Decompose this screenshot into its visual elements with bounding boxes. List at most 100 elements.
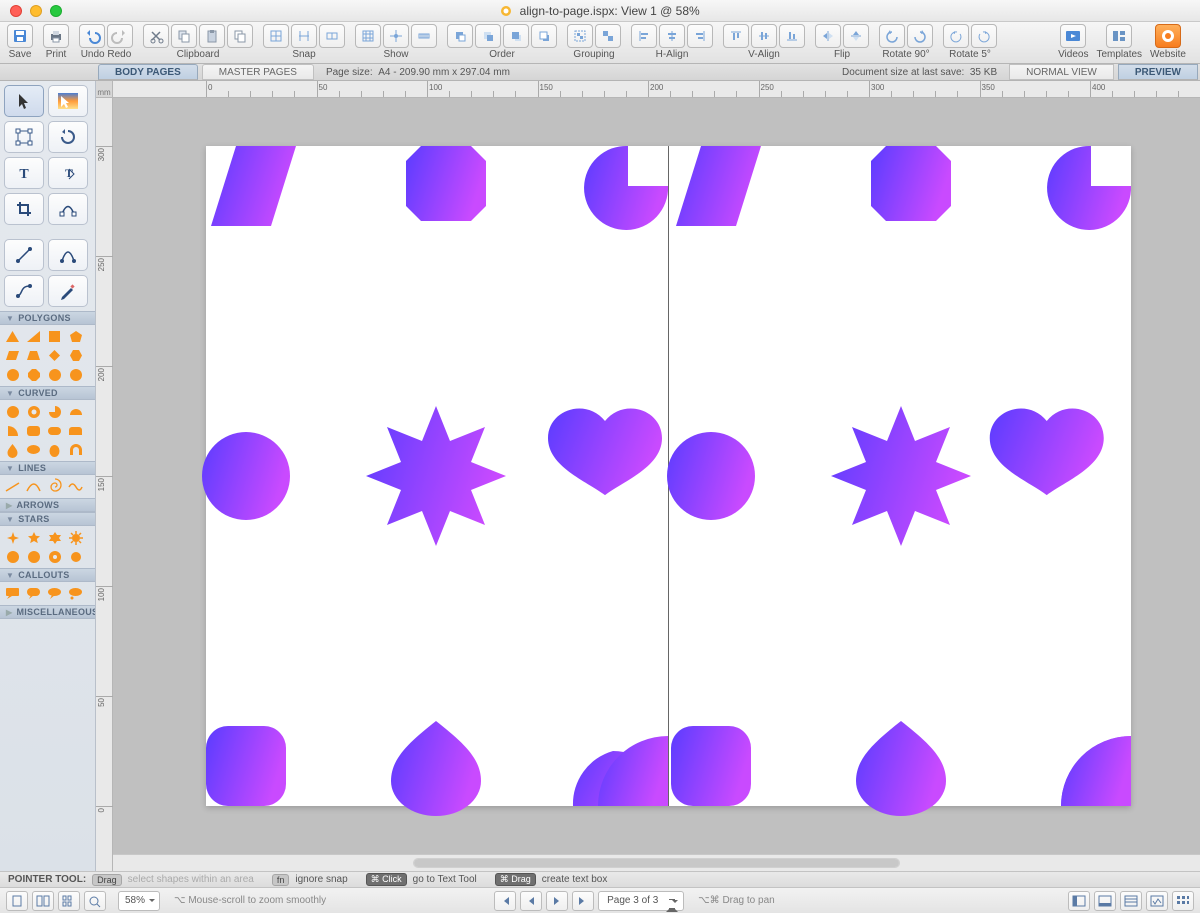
view-multi-button[interactable] [58,891,80,911]
send-back-button[interactable] [531,24,557,48]
rotate-ccw90-button[interactable] [879,24,905,48]
shape-line-icon[interactable] [4,479,21,494]
show-rulers-button[interactable] [411,24,437,48]
group-button[interactable] [567,24,593,48]
shape-tab-icon[interactable] [67,423,84,438]
shape-triangle-icon[interactable] [4,329,21,344]
shape-gear-icon[interactable] [46,549,63,564]
snap-grid-button[interactable] [263,24,289,48]
undo-button[interactable] [79,24,105,48]
panel-1-button[interactable] [1068,891,1090,911]
canvas-viewport[interactable] [113,98,1200,854]
ungroup-button[interactable] [595,24,621,48]
shape-octagon-icon[interactable] [25,367,42,382]
rotate-cw90-button[interactable] [907,24,933,48]
line-tool[interactable] [4,239,44,271]
shape-arch-icon[interactable] [67,442,84,457]
shape-pentagon-icon[interactable] [67,329,84,344]
direct-select-tool[interactable] [48,85,88,117]
tab-normal-view[interactable]: NORMAL VIEW [1009,64,1114,80]
shape-decagon-icon[interactable] [67,367,84,382]
view-single-button[interactable] [6,891,28,911]
page-spread[interactable] [206,146,1131,806]
rotate-ccw5-button[interactable] [943,24,969,48]
shape-right-triangle-icon[interactable] [25,329,42,344]
palette-misc-header[interactable]: ▶MISCELLANEOUS [0,605,95,619]
panel-3-button[interactable] [1120,891,1142,911]
shape-arc-icon[interactable] [25,479,42,494]
paste-button[interactable] [199,24,225,48]
horizontal-scrollbar[interactable] [113,854,1200,871]
shape-egg-icon[interactable] [46,442,63,457]
shape-hexagon-icon[interactable] [67,348,84,363]
shape-diamond-icon[interactable] [46,348,63,363]
tab-preview[interactable]: PREVIEW [1118,64,1198,80]
show-guides-button[interactable] [383,24,409,48]
bring-front-button[interactable] [447,24,473,48]
shape-seal2-icon[interactable] [25,549,42,564]
copy-button[interactable] [171,24,197,48]
text-tool[interactable]: T [4,157,44,189]
templates-button[interactable] [1106,24,1132,48]
shape-callout-round-icon[interactable] [25,586,42,601]
next-page-button[interactable] [546,891,568,911]
shape-star5-icon[interactable] [25,530,42,545]
transform-tool[interactable] [4,121,44,153]
prev-page-button[interactable] [520,891,542,911]
shape-heptagon-icon[interactable] [4,367,21,382]
bezier-tool[interactable] [4,275,44,307]
shape-sun-icon[interactable] [67,549,84,564]
shape-spiral-icon[interactable] [46,479,63,494]
shape-half-circle-icon[interactable] [67,404,84,419]
horizontal-ruler[interactable]: 050100150200250300350400 [113,81,1200,98]
crop-tool[interactable] [4,193,44,225]
palette-curved-header[interactable]: ▼CURVED [0,386,95,400]
save-button[interactable] [7,24,33,48]
zoom-fit-button[interactable] [84,891,106,911]
halign-right-button[interactable] [687,24,713,48]
pointer-tool[interactable] [4,85,44,117]
shape-parallelogram-icon[interactable] [4,348,21,363]
shape-rounded-rect-icon[interactable] [25,423,42,438]
shape-capsule-icon[interactable] [46,423,63,438]
snap-shapes-button[interactable] [319,24,345,48]
pencil-tool[interactable] [48,275,88,307]
shape-callout-cloud-icon[interactable] [67,586,84,601]
valign-middle-button[interactable] [751,24,777,48]
node-edit-tool[interactable] [48,193,88,225]
zoom-select[interactable]: 58% [118,891,160,911]
palette-arrows-header[interactable]: ▶ARROWS [0,498,95,512]
flip-h-button[interactable] [815,24,841,48]
shape-pie-icon[interactable] [46,404,63,419]
panel-4-button[interactable] [1146,891,1168,911]
palette-callouts-header[interactable]: ▼CALLOUTS [0,568,95,582]
shape-square-icon[interactable] [46,329,63,344]
shape-burst-icon[interactable] [67,530,84,545]
shape-wave-icon[interactable] [67,479,84,494]
rotate-cw5-button[interactable] [971,24,997,48]
page-select[interactable]: Page 3 of 3 [598,891,684,911]
arc-tool[interactable] [48,239,88,271]
view-facing-button[interactable] [32,891,54,911]
shape-seal-icon[interactable] [4,549,21,564]
text-path-tool[interactable]: T [48,157,88,189]
shape-donut-icon[interactable] [25,404,42,419]
print-button[interactable] [43,24,69,48]
shape-callout-rect-icon[interactable] [4,586,21,601]
palette-polygons-header[interactable]: ▼POLYGONS [0,311,95,325]
palette-lines-header[interactable]: ▼LINES [0,461,95,475]
shape-ellipse-icon[interactable] [25,442,42,457]
shape-star4-icon[interactable] [4,530,21,545]
shape-star6-icon[interactable] [46,530,63,545]
valign-bottom-button[interactable] [779,24,805,48]
show-grid-button[interactable] [355,24,381,48]
tab-body-pages[interactable]: BODY PAGES [98,64,198,80]
shape-drop-icon[interactable] [4,442,21,457]
send-backward-button[interactable] [503,24,529,48]
panel-5-button[interactable] [1172,891,1194,911]
redo-button[interactable] [107,24,133,48]
palette-stars-header[interactable]: ▼STARS [0,512,95,526]
website-button[interactable] [1155,24,1181,48]
shape-circle-icon[interactable] [4,404,21,419]
last-page-button[interactable] [572,891,594,911]
